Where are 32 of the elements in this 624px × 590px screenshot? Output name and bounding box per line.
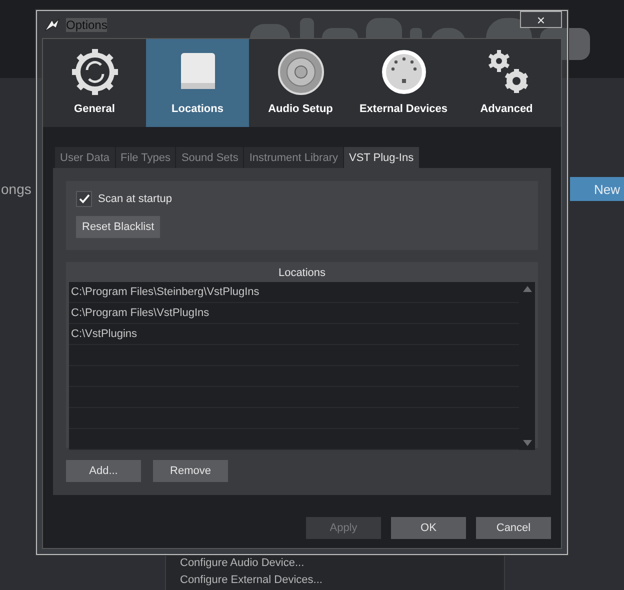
category-tab[interactable]: Audio Setup <box>249 39 352 127</box>
list-item[interactable]: C:\VstPlugins <box>69 324 519 345</box>
tab[interactable]: VST Plug-Ins <box>344 147 419 168</box>
new-button[interactable]: New <box>570 177 624 201</box>
speaker-icon <box>276 47 326 97</box>
list-button[interactable]: Remove <box>153 460 228 482</box>
gear-icon <box>70 47 120 97</box>
checkbox[interactable] <box>76 191 92 207</box>
app-icon <box>44 18 60 32</box>
list-item[interactable]: C:\Program Files\VstPlugIns <box>69 303 519 324</box>
tab[interactable]: User Data <box>55 147 115 168</box>
menu-item[interactable]: Configure External Devices... <box>180 574 504 586</box>
dialog-button[interactable]: OK <box>391 517 466 539</box>
category-tab[interactable]: General <box>43 39 146 127</box>
list-button[interactable]: Add... <box>66 460 141 482</box>
list-item[interactable]: C:\Program Files\Steinberg\VstPlugIns <box>69 282 519 303</box>
dialog-button[interactable]: Cancel <box>476 517 551 539</box>
tab[interactable]: Instrument Library <box>244 147 343 168</box>
window-title: Options <box>66 18 108 32</box>
close-button[interactable]: × <box>520 11 562 28</box>
section-label: ongs <box>1 181 32 197</box>
category-tab[interactable]: External Devices <box>352 39 455 127</box>
tab[interactable]: Sound Sets <box>176 147 244 168</box>
group-title: Locations <box>277 266 327 281</box>
menu-item[interactable]: Configure Audio Device... <box>180 557 504 569</box>
tab[interactable]: File Types <box>116 147 176 168</box>
category-tab[interactable]: Locations <box>146 39 249 127</box>
category-tab[interactable]: Advanced <box>455 39 558 127</box>
checkbox-label: Scan at startup <box>98 193 172 205</box>
scroll-up-icon[interactable] <box>522 286 532 292</box>
scroll-down-icon[interactable] <box>522 440 532 446</box>
reset-blacklist-button[interactable]: Reset Blacklist <box>76 216 160 238</box>
